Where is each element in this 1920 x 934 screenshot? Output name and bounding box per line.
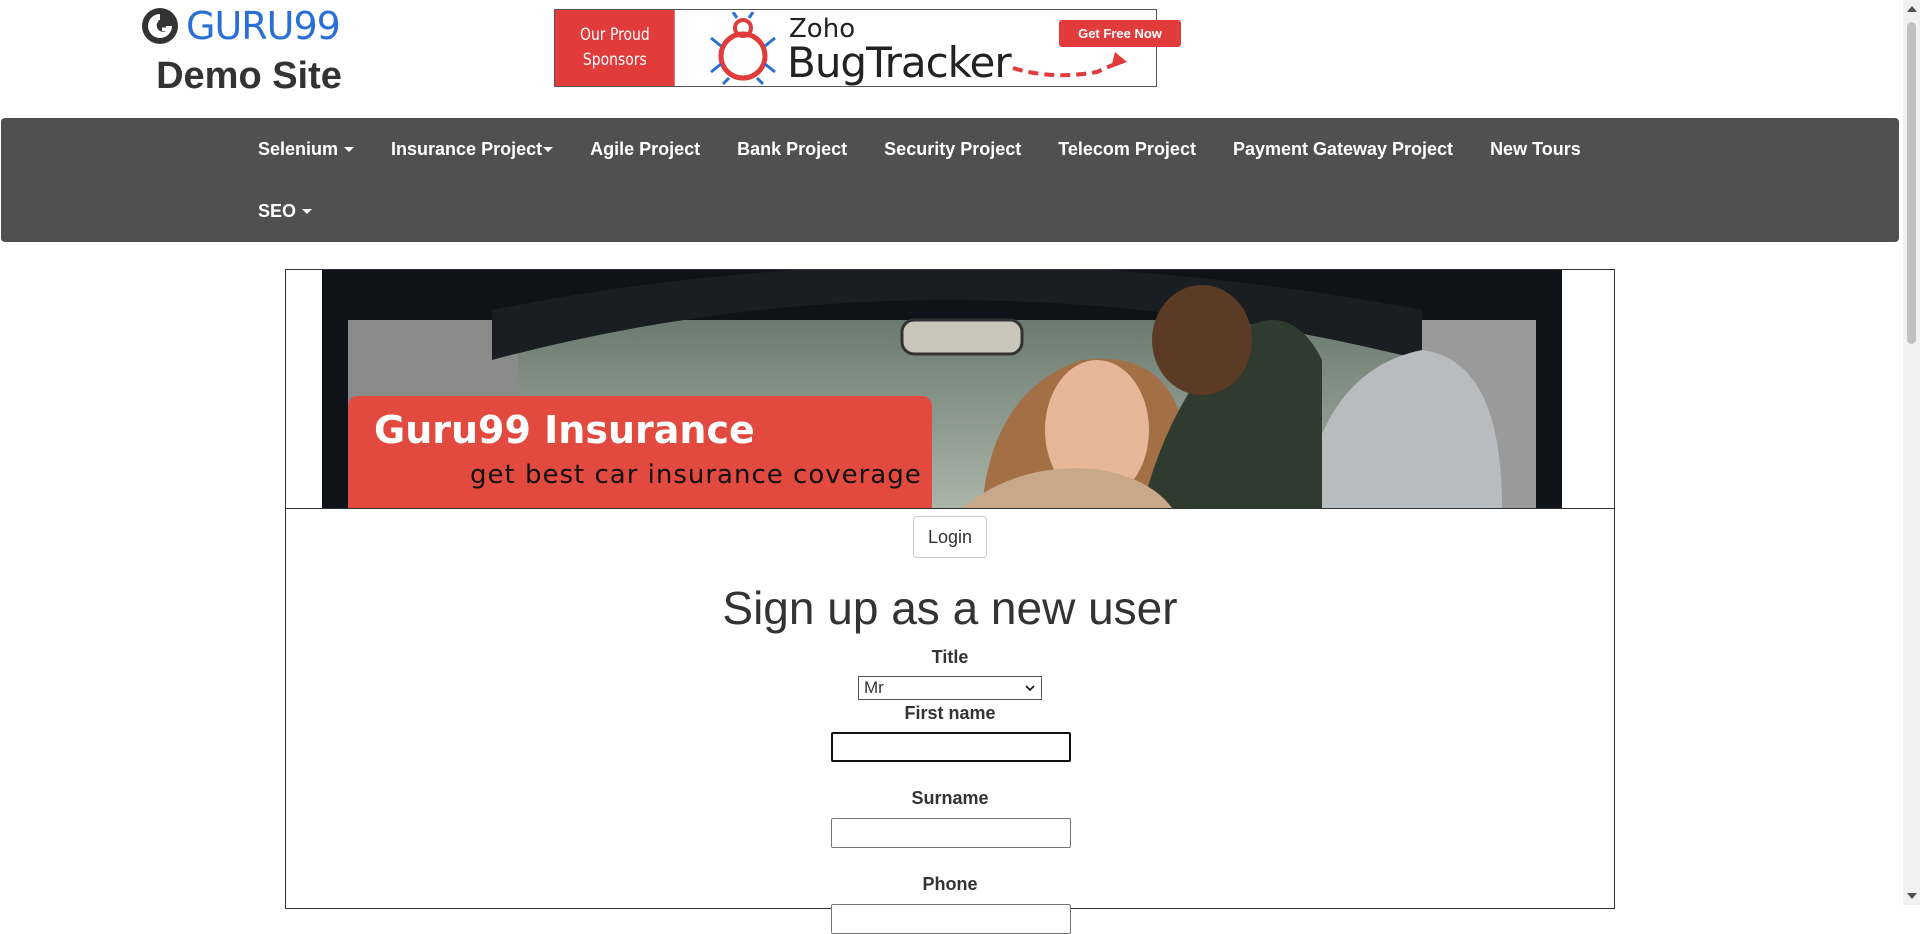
nav-item-label: SEO (258, 201, 297, 221)
nav-item-label: Insurance Project (391, 139, 543, 159)
sponsor-ad[interactable]: Our Proud Sponsors Zoho BugTracker Get F… (554, 9, 1181, 87)
logo-text: GURU99 (186, 4, 341, 48)
site-logo[interactable]: GURU99 Demo Site (140, 4, 358, 96)
nav-item-label: Security Project (884, 139, 1022, 159)
main-navbar: Selenium Insurance Project Agile Project… (1, 118, 1899, 242)
banner-title: Guru99 Insurance (374, 408, 755, 452)
banner-caption: Guru99 Insurance get best car insurance … (348, 396, 932, 508)
nav-item-payment-gateway-project[interactable]: Payment Gateway Project (1233, 118, 1471, 180)
title-select-value: Mr (864, 678, 884, 697)
caret-down-icon (344, 146, 355, 152)
insurance-banner: Guru99 Insurance get best car insurance … (322, 270, 1562, 509)
nav-item-bank-project[interactable]: Bank Project (737, 118, 865, 180)
nav-item-agile-project[interactable]: Agile Project (590, 118, 718, 180)
main-panel: Guru99 Insurance get best car insurance … (285, 269, 1615, 934)
nav-item-label: New Tours (1490, 139, 1581, 159)
scroll-up-icon[interactable] (1907, 6, 1917, 12)
login-button[interactable]: Login (913, 516, 987, 558)
sponsor-brand-large: BugTracker (787, 38, 1012, 87)
page-title: Sign up as a new user (722, 582, 1178, 634)
nav-item-label: Bank Project (737, 139, 848, 159)
caret-down-icon (302, 208, 313, 214)
phone-field[interactable] (831, 904, 1071, 934)
surname-label: Surname (911, 788, 989, 808)
arrow-icon (1012, 52, 1127, 78)
sponsor-label-line2: Sponsors (582, 50, 647, 70)
banner-subtitle: get best car insurance coverage (470, 460, 922, 490)
guru99-logo-icon (142, 8, 178, 44)
first-name-field[interactable] (831, 732, 1071, 762)
caret-down-icon (543, 146, 554, 152)
nav-item-label: Telecom Project (1058, 139, 1196, 159)
nav-item-seo[interactable]: SEO (258, 180, 330, 242)
scroll-down-icon[interactable] (1907, 893, 1917, 899)
first-name-label: First name (904, 703, 996, 723)
divider (286, 508, 1614, 509)
chevron-down-icon (1025, 685, 1035, 692)
nav-item-label: Agile Project (590, 139, 701, 159)
surname-field[interactable] (831, 818, 1071, 848)
nav-item-label: Selenium (258, 139, 339, 159)
bug-icon (710, 12, 776, 86)
get-free-now-button[interactable]: Get Free Now (1059, 20, 1181, 47)
nav-item-telecom-project[interactable]: Telecom Project (1058, 118, 1214, 180)
nav-item-label: Payment Gateway Project (1232, 139, 1454, 159)
sponsor-label: Our Proud Sponsors (555, 10, 675, 86)
title-label: Title (931, 647, 969, 667)
sponsor-label-line1: Our Proud (579, 25, 650, 45)
nav-item-selenium[interactable]: Selenium (258, 118, 372, 180)
title-select[interactable]: Mr (858, 676, 1042, 700)
nav-item-insurance-project[interactable]: Insurance Project (391, 118, 571, 180)
phone-label: Phone (922, 874, 978, 894)
demo-site-title: Demo Site (156, 55, 342, 97)
scroll-thumb[interactable] (1907, 22, 1916, 344)
page-scrollbar[interactable] (1903, 0, 1920, 905)
nav-item-security-project[interactable]: Security Project (884, 118, 1039, 180)
nav-item-new-tours[interactable]: New Tours (1490, 118, 1599, 180)
